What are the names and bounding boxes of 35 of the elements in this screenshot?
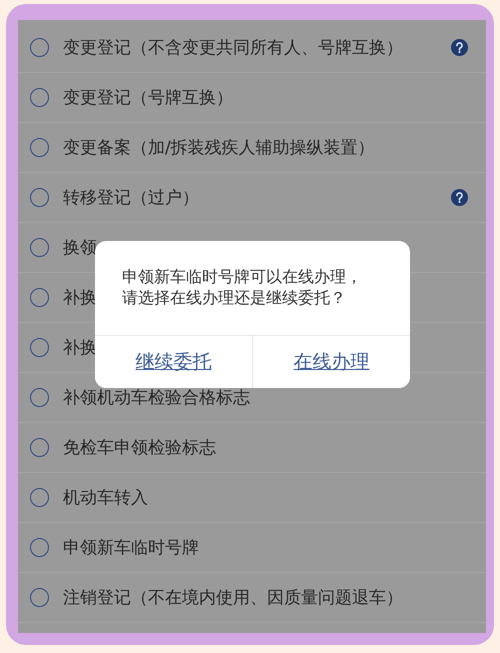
option-row[interactable]: 注销登记（不在境内使用、因质量问题退车） bbox=[18, 573, 486, 623]
option-label: 机动车转入 bbox=[63, 487, 148, 509]
option-row[interactable]: 机动车转入 bbox=[18, 473, 486, 523]
radio-button[interactable] bbox=[30, 88, 49, 107]
option-label: 补换 bbox=[63, 337, 97, 359]
radio-button[interactable] bbox=[30, 438, 49, 457]
option-label: 转移登记（过户） bbox=[63, 187, 199, 209]
option-label: 变更登记（号牌互换） bbox=[63, 87, 233, 109]
option-row[interactable]: 变更备案（加/拆装残疾人辅助操纵装置） bbox=[18, 123, 486, 173]
option-row[interactable]: 变更登记（号牌互换） bbox=[18, 73, 486, 123]
help-icon[interactable] bbox=[451, 39, 468, 56]
option-label: 变更备案（加/拆装残疾人辅助操纵装置） bbox=[63, 137, 375, 159]
option-label: 变更登记（不含变更共同所有人、号牌互换） bbox=[63, 37, 403, 59]
radio-button[interactable] bbox=[30, 38, 49, 57]
option-row[interactable]: 申领新车临时号牌 bbox=[18, 523, 486, 573]
option-label: 注销登记（不在境内使用、因质量问题退车） bbox=[63, 587, 403, 609]
option-label: 免检车申领检验标志 bbox=[63, 437, 216, 459]
radio-button[interactable] bbox=[30, 188, 49, 207]
radio-button[interactable] bbox=[30, 238, 49, 257]
radio-button[interactable] bbox=[30, 288, 49, 307]
option-label: 申领新车临时号牌 bbox=[63, 537, 199, 559]
dialog-message: 申领新车临时号牌可以在线办理， bbox=[122, 266, 363, 287]
radio-button[interactable] bbox=[30, 338, 49, 357]
help-icon[interactable] bbox=[451, 189, 468, 206]
option-label: 补领机动车检验合格标志 bbox=[63, 387, 250, 409]
radio-button[interactable] bbox=[30, 588, 49, 607]
option-row[interactable]: 免检车申领检验标志 bbox=[18, 423, 486, 473]
dialog-button[interactable]: 在线办理 bbox=[252, 336, 410, 388]
option-label: 补换 bbox=[63, 287, 97, 309]
dialog-message: 请选择在线办理还是继续委托？ bbox=[122, 287, 347, 308]
radio-button[interactable] bbox=[30, 388, 49, 407]
radio-button[interactable] bbox=[30, 138, 49, 157]
radio-button[interactable] bbox=[30, 538, 49, 557]
option-label: 换领 bbox=[63, 237, 97, 259]
radio-button[interactable] bbox=[30, 488, 49, 507]
